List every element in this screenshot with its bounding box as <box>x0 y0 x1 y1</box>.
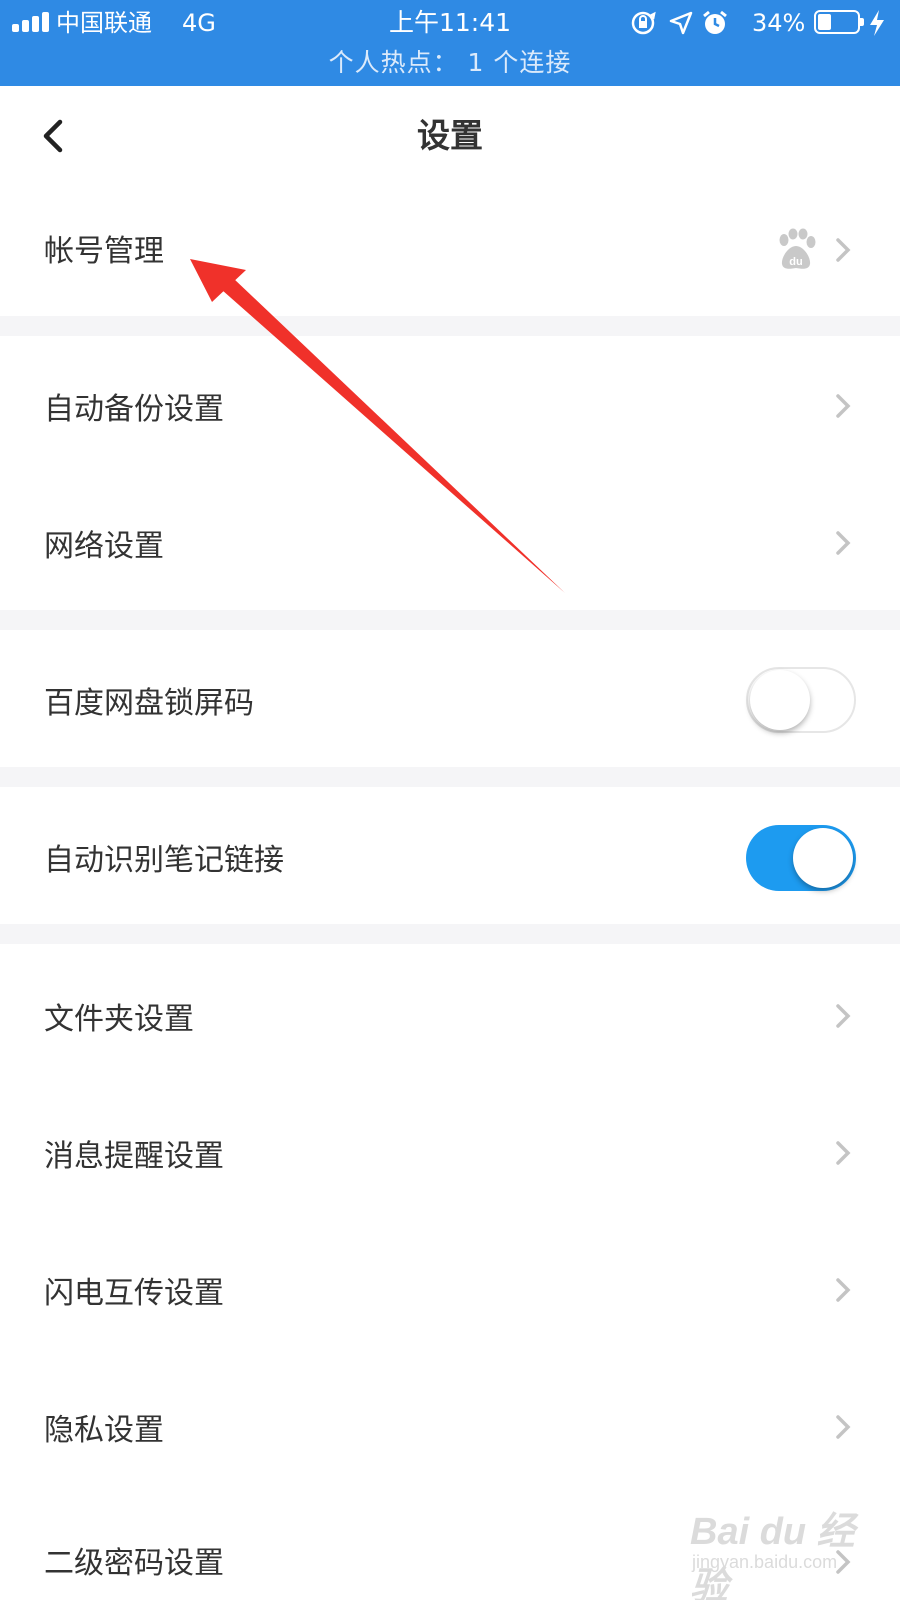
settings-row-privacy[interactable]: 隐私设置 <box>0 1355 900 1492</box>
baidu-paw-icon: du <box>779 228 816 269</box>
watermark-brand: Bai du 经验 <box>690 1511 855 1600</box>
section-divider <box>0 316 900 336</box>
row-label: 网络设置 <box>44 529 164 564</box>
svg-text:du: du <box>789 256 802 268</box>
battery-fill <box>818 14 831 30</box>
settings-row-flash-transfer[interactable]: 闪电互传设置 <box>0 1218 900 1355</box>
settings-row-note-links: 自动识别笔记链接 <box>0 787 900 924</box>
battery-percent: 34% <box>752 9 806 37</box>
lock-code-toggle[interactable] <box>746 667 856 733</box>
location-icon <box>669 11 693 35</box>
settings-row-network[interactable]: 网络设置 <box>0 473 900 610</box>
settings-screen: 中国联通 4G 上午11:41 34% 个人热点： 1 个连接 设置 帐号管理 … <box>0 0 900 1600</box>
alarm-icon <box>703 10 727 34</box>
row-label: 自动识别笔记链接 <box>44 843 284 878</box>
row-label: 百度网盘锁屏码 <box>44 686 254 721</box>
settings-row-lock-code: 百度网盘锁屏码 <box>0 630 900 767</box>
settings-row-auto-backup[interactable]: 自动备份设置 <box>0 336 900 473</box>
chevron-right-icon <box>836 1141 851 1165</box>
chevron-right-icon <box>836 531 851 555</box>
row-label: 二级密码设置 <box>44 1546 224 1581</box>
chevron-right-icon <box>836 238 851 262</box>
nav-bar: 设置 <box>0 86 900 186</box>
toggle-knob <box>750 670 810 730</box>
toggle-knob <box>793 828 853 888</box>
chevron-right-icon <box>836 1004 851 1028</box>
note-links-toggle[interactable] <box>746 825 856 891</box>
hotspot-banner[interactable]: 个人热点： 1 个连接 <box>0 44 900 82</box>
row-label: 隐私设置 <box>44 1413 164 1448</box>
row-label: 帐号管理 <box>44 234 164 269</box>
chevron-right-icon <box>836 1415 851 1439</box>
row-label: 自动备份设置 <box>44 392 224 427</box>
settings-row-folder[interactable]: 文件夹设置 <box>0 944 900 1081</box>
chevron-right-icon <box>836 1278 851 1302</box>
section-divider <box>0 924 900 944</box>
battery-icon <box>814 10 864 34</box>
baidu-jingyan-watermark: Bai du 经验 jingyan.baidu.com <box>690 1500 870 1600</box>
section-divider <box>0 610 900 630</box>
settings-row-account[interactable]: 帐号管理 <box>0 186 900 316</box>
row-label: 文件夹设置 <box>44 1002 194 1037</box>
charging-bolt-icon <box>870 10 884 36</box>
settings-row-notification[interactable]: 消息提醒设置 <box>0 1081 900 1218</box>
orientation-lock-icon <box>631 11 656 35</box>
watermark-url: jingyan.baidu.com <box>692 1552 838 1572</box>
status-bar: 中国联通 4G 上午11:41 34% 个人热点： 1 个连接 <box>0 0 900 86</box>
section-divider <box>0 767 900 787</box>
chevron-right-icon <box>836 394 851 418</box>
page-title: 设置 <box>417 116 483 155</box>
row-label: 消息提醒设置 <box>44 1139 224 1174</box>
status-row: 中国联通 4G 上午11:41 34% <box>0 0 900 46</box>
row-label: 闪电互传设置 <box>44 1276 224 1311</box>
